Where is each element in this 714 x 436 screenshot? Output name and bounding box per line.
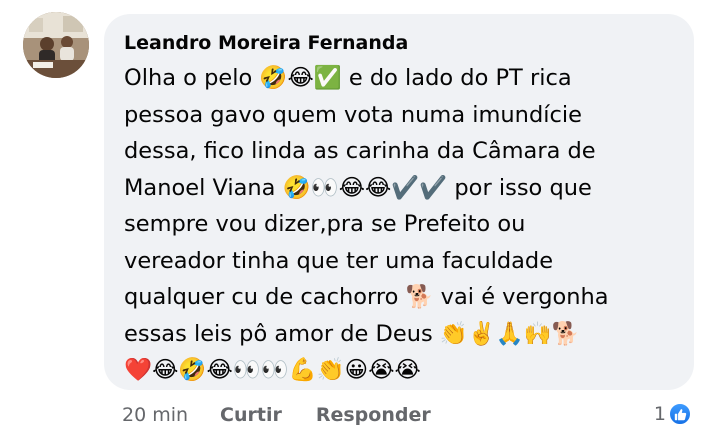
comment-text: Olha o pelo 🤣😂✅ e do lado do PT rica pes… — [124, 60, 676, 389]
comment-line: Olha o pelo 🤣😂✅ e do lado do PT rica — [124, 65, 572, 91]
comment-line: ❤️😂🤣😂👀👀💪👏😀😭😭 — [124, 357, 421, 383]
comment-timestamp[interactable]: 20 min — [122, 404, 188, 426]
comment-bubble: Leandro Moreira Fernanda Olha o pelo 🤣😂✅… — [104, 14, 694, 390]
comment-line: pessoa gavo quem vota numa imundície — [124, 101, 582, 128]
comment-author[interactable]: Leandro Moreira Fernanda — [124, 30, 676, 56]
comment-line: Manoel Viana 🤣👀😂😂✔️✔️ por isso que — [124, 174, 592, 201]
like-button[interactable]: Curtir — [220, 404, 282, 426]
comment-line: vereador tinha que ter uma faculdade — [124, 247, 554, 274]
avatar-photo — [23, 12, 89, 78]
comment-line: qualquer cu de cachorro 🐕 vai é vergonha — [124, 284, 609, 310]
reaction-summary[interactable]: 1 — [654, 398, 692, 430]
comment-line: essas leis pô amor de Deus 👏✌️🙏🙌🐕 — [124, 320, 580, 347]
thumbs-up-icon — [668, 402, 692, 426]
reaction-count: 1 — [653, 403, 666, 425]
comment-actions: 20 min Curtir Responder — [122, 400, 465, 430]
reply-button[interactable]: Responder — [316, 404, 431, 426]
avatar[interactable] — [23, 12, 89, 78]
comment-line: dessa, fico linda as carinha da Câmara d… — [124, 138, 596, 164]
comment-line: sempre vou dizer,pra se Prefeito ou — [124, 211, 526, 237]
